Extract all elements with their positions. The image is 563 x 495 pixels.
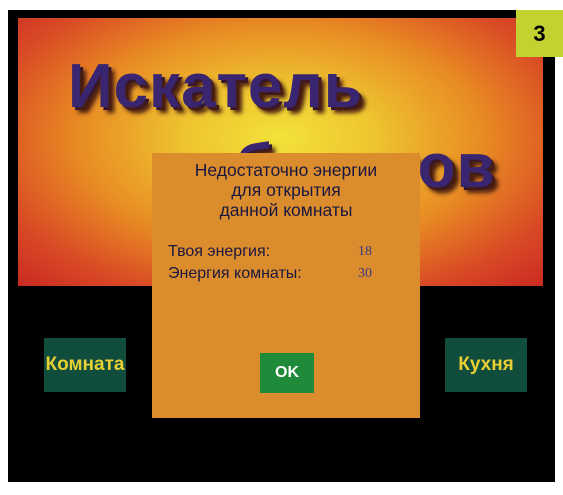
dialog-message-line-1: Недостаточно энергии bbox=[194, 160, 378, 180]
player-energy-value: 18 bbox=[358, 244, 372, 259]
kitchen-button[interactable]: Кухня bbox=[445, 338, 527, 392]
dialog-message-line-2: для открытия bbox=[231, 180, 341, 200]
room-energy-value: 30 bbox=[358, 266, 372, 281]
dialog-message: Недостаточно энергии для открытия данной… bbox=[152, 160, 420, 220]
player-energy-label: Твоя энергия: bbox=[168, 243, 271, 260]
game-title-line-1: Искатель bbox=[68, 52, 363, 121]
room-energy-label: Энергия комнаты: bbox=[168, 265, 302, 282]
ok-button[interactable]: OK bbox=[260, 353, 314, 393]
game-screen: Искатель объектов Комната Кухня Недостат… bbox=[8, 10, 555, 482]
insufficient-energy-dialog: Недостаточно энергии для открытия данной… bbox=[152, 153, 420, 418]
dialog-message-line-3: данной комнаты bbox=[219, 200, 353, 220]
step-number-badge: 3 bbox=[516, 10, 563, 57]
room-button[interactable]: Комната bbox=[44, 338, 126, 392]
